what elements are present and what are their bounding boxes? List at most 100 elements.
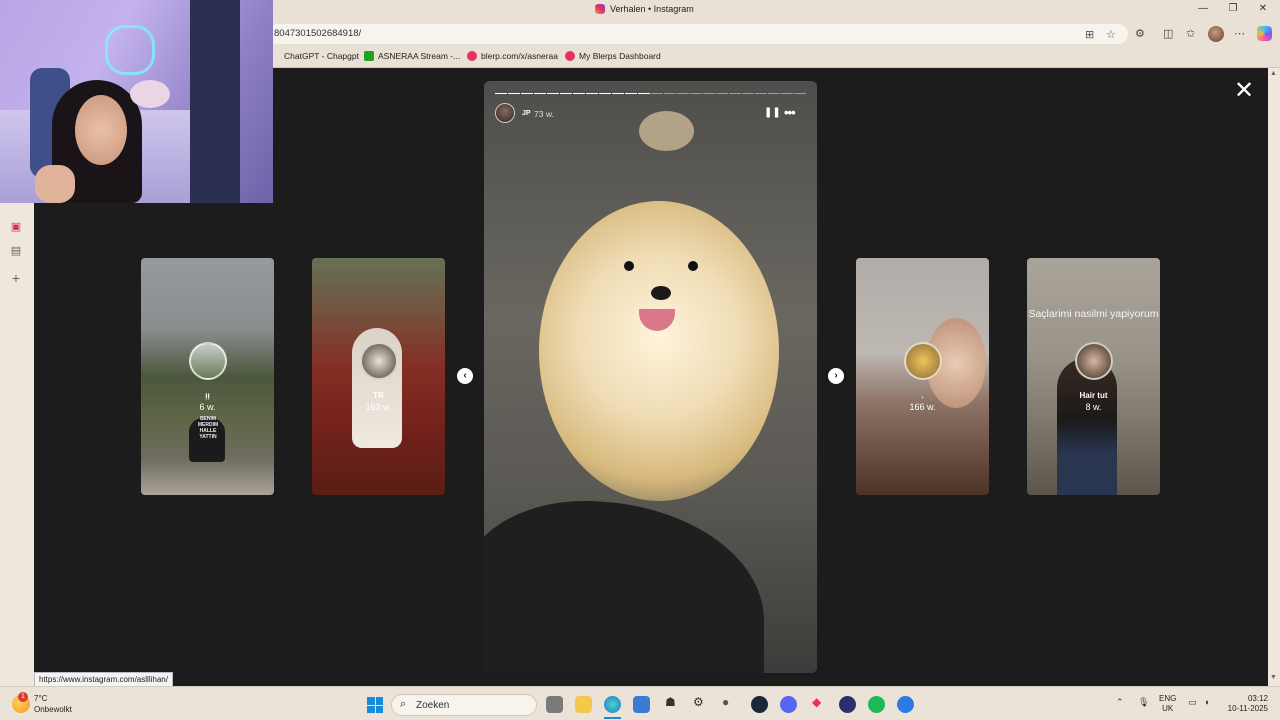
story-author-avatar[interactable] [495, 103, 515, 123]
minimize-button[interactable]: — [1188, 3, 1218, 14]
taskbar-search[interactable]: ⌕ Zoeken [391, 694, 537, 716]
progress-segment [729, 93, 741, 94]
blerp-app-icon[interactable]: ◆ [812, 695, 821, 709]
progress-segment [495, 93, 507, 94]
favorite-star-icon[interactable]: ☆ [1106, 28, 1116, 41]
weather-temperature[interactable]: 7°C [34, 694, 47, 703]
blerp-icon [467, 51, 477, 61]
edge-browser-icon[interactable] [604, 696, 621, 713]
active-app-indicator [604, 717, 621, 719]
story-thumbnail[interactable]: TR 163 w. [312, 258, 445, 495]
more-menu-icon[interactable]: ⋯ [1234, 27, 1245, 40]
progress-segment [521, 93, 533, 94]
thumbnail-age: 166 w. [909, 402, 936, 412]
favorites-icon[interactable]: ✩ [1186, 27, 1195, 40]
story-options-button[interactable]: ••• [784, 105, 796, 120]
thumbnail-avatar [904, 342, 942, 380]
language-indicator[interactable]: ENG UK [1159, 694, 1176, 714]
thumbnail-username: . [921, 391, 924, 400]
volume-icon[interactable]: ◖ [1204, 697, 1209, 707]
progress-segment [651, 93, 663, 94]
bookmark-blerp[interactable]: blerp.com/x/asneraa [467, 51, 558, 61]
thumbnail-age: 163 w. [365, 402, 392, 412]
file-explorer-icon[interactable] [575, 696, 592, 713]
streaming-app-icon[interactable] [897, 696, 914, 713]
progress-segment [768, 93, 780, 94]
audio-app-icon[interactable] [839, 696, 856, 713]
weather-condition[interactable]: Onbewolkt [34, 705, 72, 714]
pause-button[interactable]: ❚❚ [764, 107, 781, 118]
store-icon[interactable] [633, 696, 650, 713]
bookmark-asneraa-stream[interactable]: ASNERAA Stream -... [364, 51, 460, 61]
thumbnail-avatar [1075, 342, 1113, 380]
discord-icon[interactable] [780, 696, 797, 713]
spotify-icon[interactable] [868, 696, 885, 713]
active-story[interactable]: JP 73 w. ❚❚ ••• [484, 81, 817, 673]
split-screen-icon[interactable]: ◫ [1163, 27, 1173, 40]
system-clock[interactable]: 03:12 10-11-2025 [1224, 694, 1268, 714]
alienware-icon[interactable]: ☗ [665, 695, 676, 709]
progress-segment [547, 93, 559, 94]
windows-logo-tile [367, 697, 375, 705]
add-icon[interactable]: + [9, 270, 23, 286]
story-thumbnail[interactable]: . 166 w. [856, 258, 989, 495]
bookmark-chatgpt[interactable]: ChatGPT - Chapgpt [284, 51, 359, 61]
scroll-down-icon[interactable]: ▼ [1270, 674, 1277, 681]
copilot-icon[interactable] [1257, 26, 1272, 41]
microphone-icon[interactable]: 🎙 [1138, 697, 1149, 708]
app-grid-icon[interactable]: ⊞ [1085, 28, 1094, 41]
browser-tab[interactable]: Verhalen • Instagram [595, 4, 694, 14]
search-label: Zoeken [416, 700, 450, 711]
story-author-username[interactable]: JP [522, 110, 531, 117]
progress-segment [794, 93, 806, 94]
windows-logo-tile [375, 697, 383, 705]
network-icon[interactable]: ▭ [1188, 697, 1197, 708]
profile-avatar[interactable] [1208, 26, 1224, 42]
progress-segment [573, 93, 585, 94]
progress-segment [612, 93, 624, 94]
close-window-button[interactable]: ✕ [1248, 3, 1278, 14]
progress-segment [625, 93, 637, 94]
thumbnail-overlay-text: BENIM MERDIM HALLE YATTIN [197, 416, 219, 440]
progress-segment [781, 93, 793, 94]
windows-start-button[interactable] [367, 697, 383, 713]
progress-segment [534, 93, 546, 94]
thumbnail-username: TR [373, 391, 384, 400]
dog-fur [539, 201, 779, 501]
progress-segment [664, 93, 676, 94]
plush-shape [130, 80, 170, 108]
restore-button[interactable]: ❐ [1218, 3, 1248, 14]
progress-segment [586, 93, 598, 94]
address-bar[interactable]: 8047301502684918/ ⊞ ☆ [268, 24, 1128, 44]
previous-story-button[interactable]: ‹ [457, 368, 473, 384]
xbox-icon[interactable]: ● [722, 695, 729, 709]
taskbar: 1 7°C Onbewolkt ⌕ Zoeken ☗ ⚙ ● ◆ ⌃ 🎙 ENG… [0, 686, 1280, 720]
kick-icon [364, 51, 374, 61]
settings-app-icon[interactable]: ⚙ [693, 695, 704, 709]
page-scrollbar[interactable]: ▲ ▼ [1268, 68, 1280, 686]
thumbnail-avatar [189, 342, 227, 380]
thumbnail-username: Hair tut [1079, 391, 1108, 400]
bookmark-blerps-dashboard[interactable]: My Blerps Dashboard [565, 51, 661, 61]
search-icon: ⌕ [400, 698, 407, 710]
youtube-icon[interactable]: ▣ [9, 220, 23, 233]
clock-time: 03:12 [1247, 694, 1268, 703]
progress-segment [690, 93, 702, 94]
next-story-button[interactable]: › [828, 368, 844, 384]
progress-segment [560, 93, 572, 94]
story-thumbnail[interactable]: Saçlarimi nasilmi yapiyorum Hair tut 8 w… [1027, 258, 1160, 495]
extensions-icon[interactable]: ⚙ [1135, 27, 1145, 40]
progress-segment [508, 93, 520, 94]
thumbnail-caption: Saçlarimi nasilmi yapiyorum [1028, 308, 1159, 320]
progress-segment [742, 93, 754, 94]
progress-segment [703, 93, 715, 94]
url-text[interactable]: 8047301502684918/ [274, 28, 361, 39]
tray-overflow-icon[interactable]: ⌃ [1116, 697, 1124, 708]
clock-date: 10-11-2025 [1227, 704, 1268, 713]
close-stories-button[interactable]: ✕ [1232, 79, 1256, 104]
task-view-icon[interactable] [546, 696, 563, 713]
scroll-up-icon[interactable]: ▲ [1270, 70, 1277, 77]
story-thumbnail[interactable]: BENIM MERDIM HALLE YATTIN ᴉᴉ 6 w. [141, 258, 274, 495]
steam-icon[interactable] [751, 696, 768, 713]
collections-icon[interactable]: ▤ [9, 244, 23, 257]
